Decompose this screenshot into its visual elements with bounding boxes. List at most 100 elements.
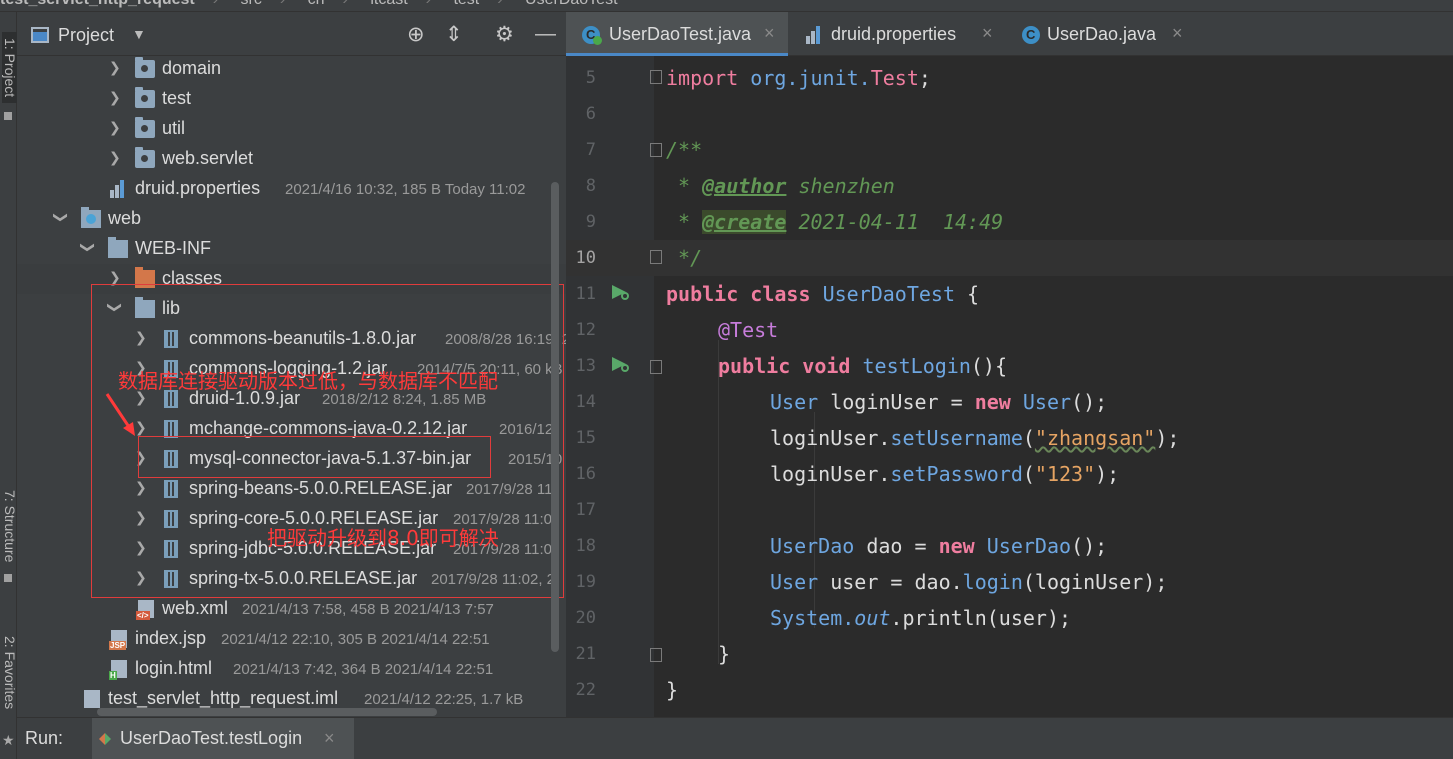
tab-userdaotest[interactable]: C UserDaoTest.java × bbox=[566, 12, 788, 56]
fold-marker-icon[interactable] bbox=[650, 648, 662, 662]
tree-item-label: test_servlet_http_request.iml bbox=[108, 688, 339, 708]
line-number: 14 bbox=[575, 392, 596, 412]
properties-file-icon bbox=[806, 26, 824, 44]
line-number: 15 bbox=[575, 428, 596, 448]
chevron-down-icon[interactable]: ❯ bbox=[80, 242, 97, 254]
chevron-right-icon[interactable]: ❯ bbox=[109, 149, 121, 166]
code-line: public void testLogin(){ bbox=[718, 354, 1008, 378]
breadcrumb-src[interactable]: src bbox=[241, 0, 262, 8]
locate-crosshair-icon[interactable]: ⊕ bbox=[407, 22, 425, 47]
close-icon[interactable]: × bbox=[1172, 23, 1183, 44]
fold-marker-icon[interactable] bbox=[650, 70, 662, 84]
file-meta: 2021/4/12 22:10, 305 B 2021/4/14 22:51 bbox=[221, 631, 490, 648]
package-folder-icon bbox=[135, 57, 155, 78]
code-line: * @author shenzhen bbox=[666, 174, 895, 198]
file-meta: 2021/4/13 7:58, 458 B 2021/4/13 7:57 bbox=[242, 601, 494, 618]
breadcrumb-itcast[interactable]: itcast bbox=[370, 0, 407, 8]
line-number: 7 bbox=[585, 140, 596, 160]
project-view-selector[interactable]: Project bbox=[58, 25, 114, 46]
project-window-icon bbox=[31, 27, 49, 43]
project-panel-header: Project ▼ ⊕ ⇕ ⚙ — bbox=[17, 12, 566, 56]
breadcrumb-cn[interactable]: cn bbox=[308, 0, 325, 8]
tree-item-util[interactable]: ❯ util bbox=[17, 114, 566, 144]
code-line: } bbox=[666, 678, 679, 702]
code-editor: C UserDaoTest.java × druid.properties × … bbox=[566, 12, 1453, 717]
package-folder-icon bbox=[135, 117, 155, 138]
tab-label: UserDaoTest.java bbox=[609, 24, 752, 44]
close-icon[interactable]: × bbox=[324, 728, 335, 749]
breadcrumb-class[interactable]: UserDaoTest bbox=[525, 0, 617, 8]
tree-item-label: web.xml bbox=[162, 598, 229, 618]
fold-marker-icon[interactable] bbox=[650, 250, 662, 264]
breadcrumb-test[interactable]: test bbox=[453, 0, 479, 8]
code-line: /** bbox=[666, 138, 703, 162]
code-line: User loginUser = new User(); bbox=[770, 390, 1108, 414]
fold-marker-icon[interactable] bbox=[650, 143, 662, 157]
tab-druid-properties[interactable]: druid.properties × bbox=[790, 12, 1004, 56]
close-icon[interactable]: × bbox=[982, 23, 993, 44]
code-line: @Test bbox=[718, 318, 779, 342]
tree-item-login-html[interactable]: H login.html 2021/4/13 7:42, 364 B 2021/… bbox=[17, 654, 566, 684]
chevron-down-icon[interactable]: ❯ bbox=[53, 212, 70, 224]
annotation-box-mysql-jar bbox=[138, 436, 491, 478]
tree-item-web-servlet[interactable]: ❯ web.servlet bbox=[17, 144, 566, 174]
line-number: 17 bbox=[575, 500, 596, 520]
tree-item-druid-properties[interactable]: druid.properties 2021/4/16 10:32, 185 B … bbox=[17, 174, 566, 204]
tree-item-web-inf[interactable]: ❯ WEB-INF bbox=[17, 234, 566, 264]
code-line: * @create 2021-04-11 14:49 bbox=[666, 210, 1004, 234]
run-method-icon[interactable] bbox=[610, 355, 630, 373]
chevron-down-icon[interactable]: ▼ bbox=[132, 26, 146, 42]
line-number-current: 10 bbox=[566, 240, 654, 276]
line-number: 6 bbox=[585, 104, 596, 124]
run-class-icon[interactable] bbox=[610, 283, 630, 301]
structure-tool-icon bbox=[4, 574, 12, 582]
run-label: Run: bbox=[25, 728, 64, 748]
gear-icon[interactable]: ⚙ bbox=[495, 22, 514, 47]
close-icon[interactable]: × bbox=[764, 23, 775, 44]
vertical-scrollbar[interactable] bbox=[551, 182, 559, 652]
code-line: loginUser.setUsername("zhangsan"); bbox=[770, 426, 1180, 450]
tree-item-label: index.jsp bbox=[135, 628, 207, 648]
tree-item-test[interactable]: ❯ test bbox=[17, 84, 566, 114]
code-area[interactable]: import org.junit.Test; /** * @author she… bbox=[666, 56, 1453, 717]
left-tool-strip: 1: Project 7: Structure 2: Favorites ★ bbox=[0, 12, 18, 759]
project-panel: Project ▼ ⊕ ⇕ ⚙ — ❯ domain ❯ test ❯ util… bbox=[17, 12, 566, 717]
chevron-right-icon[interactable]: ❯ bbox=[109, 59, 121, 76]
run-tab-userdaotest-testlogin[interactable]: UserDaoTest.testLogin × bbox=[92, 718, 354, 759]
run-tool-window-bar: Run: UserDaoTest.testLogin × bbox=[17, 717, 1453, 759]
horizontal-scrollbar[interactable] bbox=[97, 708, 437, 716]
html-file-icon: H bbox=[109, 660, 127, 680]
code-line: User user = dao.login(loginUser); bbox=[770, 570, 1168, 594]
chevron-right-icon[interactable]: ❯ bbox=[109, 89, 121, 106]
structure-tool-button[interactable]: 7: Structure bbox=[2, 490, 18, 562]
tree-item-index-jsp[interactable]: JSP index.jsp 2021/4/12 22:10, 305 B 202… bbox=[17, 624, 566, 654]
java-class-icon: C bbox=[1022, 26, 1040, 44]
project-tool-button[interactable]: 1: Project bbox=[2, 32, 18, 104]
breadcrumb-project[interactable]: test_servlet_http_request bbox=[0, 0, 195, 8]
hide-panel-icon[interactable]: — bbox=[535, 22, 556, 46]
tree-item-domain[interactable]: ❯ domain bbox=[17, 54, 566, 84]
module-file-icon bbox=[84, 690, 100, 708]
code-line: } bbox=[718, 642, 731, 666]
tab-userdao[interactable]: C UserDao.java × bbox=[1006, 12, 1196, 56]
tab-label: UserDao.java bbox=[1047, 24, 1157, 44]
tree-item-label: domain bbox=[162, 58, 222, 78]
tree-item-web[interactable]: ❯ web bbox=[17, 204, 566, 234]
tree-item-web-xml[interactable]: </> web.xml 2021/4/13 7:58, 458 B 2021/4… bbox=[17, 594, 566, 624]
jsp-file-icon: JSP bbox=[109, 630, 127, 650]
tree-item-label: WEB-INF bbox=[135, 238, 211, 258]
annotation-text-driver-too-old: 数据库连接驱动版本过低，与数据库不匹配 bbox=[118, 369, 498, 393]
file-meta: 2021/4/16 10:32, 185 B Today 11:02 bbox=[285, 181, 526, 198]
tree-item-label: util bbox=[162, 118, 186, 138]
web-folder-icon bbox=[81, 207, 101, 228]
star-icon[interactable]: ★ bbox=[2, 732, 15, 749]
chevron-right-icon[interactable]: ❯ bbox=[109, 119, 121, 136]
tree-item-label: web bbox=[108, 208, 142, 228]
package-folder-icon bbox=[135, 87, 155, 108]
fold-marker-icon[interactable] bbox=[650, 360, 662, 374]
favorites-tool-button[interactable]: 2: Favorites bbox=[2, 636, 18, 709]
tree-item-label: test bbox=[162, 88, 192, 108]
folder-icon bbox=[108, 237, 128, 258]
collapse-all-icon[interactable]: ⇕ bbox=[445, 22, 463, 47]
line-number-gutter: 5 6 7 8 9 10 11 12 13 14 15 16 17 18 19 … bbox=[566, 56, 654, 717]
